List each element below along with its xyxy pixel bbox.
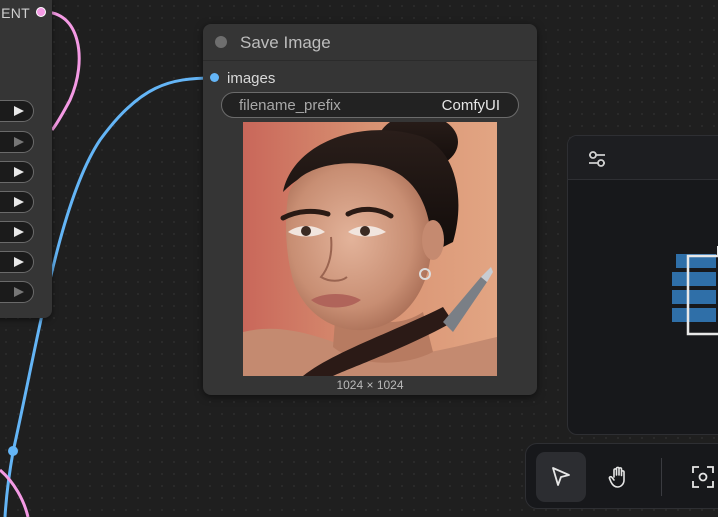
- collapse-dot[interactable]: [215, 36, 227, 48]
- graph-canvas[interactable]: ENT Save Image images filename_prefix Co…: [0, 0, 718, 517]
- toolbar-divider: [661, 458, 662, 496]
- sliders-icon[interactable]: [586, 148, 608, 170]
- play-icon: [14, 287, 24, 297]
- focus-frame-icon: [692, 466, 714, 488]
- latent-node-partial[interactable]: ENT: [0, 0, 52, 318]
- portrait-image: [243, 122, 497, 376]
- pan-tool-button[interactable]: [594, 452, 644, 502]
- step-button-6[interactable]: [0, 251, 34, 273]
- canvas-toolbar: [525, 443, 718, 509]
- step-button-5[interactable]: [0, 221, 34, 243]
- reroute-dot[interactable]: [8, 446, 18, 456]
- widget-value: ComfyUI: [441, 97, 500, 114]
- image-size-label: 1024 × 1024: [336, 378, 404, 392]
- minimap-panel[interactable]: [567, 135, 718, 435]
- save-image-node[interactable]: Save Image images filename_prefix ComfyU…: [203, 24, 537, 395]
- images-input-slot[interactable]: [210, 73, 219, 82]
- step-button-1[interactable]: [0, 100, 34, 122]
- step-button-2[interactable]: [0, 131, 34, 153]
- hand-icon: [608, 466, 625, 488]
- latent-link-wire-bottom: [0, 468, 30, 517]
- pointer-icon: [552, 467, 570, 486]
- node-title-bar[interactable]: Save Image: [203, 24, 537, 61]
- output-label: ENT: [1, 5, 30, 21]
- play-icon: [14, 227, 24, 237]
- node-title: Save Image: [240, 33, 331, 52]
- image-link-wire-tail: [3, 451, 15, 517]
- images-input-label: images: [227, 70, 276, 87]
- minimap-view[interactable]: [668, 246, 718, 346]
- step-button-4[interactable]: [0, 191, 34, 213]
- image-preview[interactable]: [243, 122, 497, 376]
- widget-label: filename_prefix: [239, 97, 341, 114]
- play-icon: [14, 167, 24, 177]
- output-slot-dot[interactable]: [36, 7, 46, 17]
- filename-prefix-widget[interactable]: filename_prefix ComfyUI: [221, 92, 519, 118]
- play-icon: [14, 106, 24, 116]
- panel-header: [568, 136, 718, 180]
- play-icon: [14, 197, 24, 207]
- play-icon: [14, 137, 24, 147]
- step-button-3[interactable]: [0, 161, 34, 183]
- fit-view-button[interactable]: [678, 452, 718, 502]
- select-tool-button[interactable]: [536, 452, 586, 502]
- step-button-7[interactable]: [0, 281, 34, 303]
- play-icon: [14, 257, 24, 267]
